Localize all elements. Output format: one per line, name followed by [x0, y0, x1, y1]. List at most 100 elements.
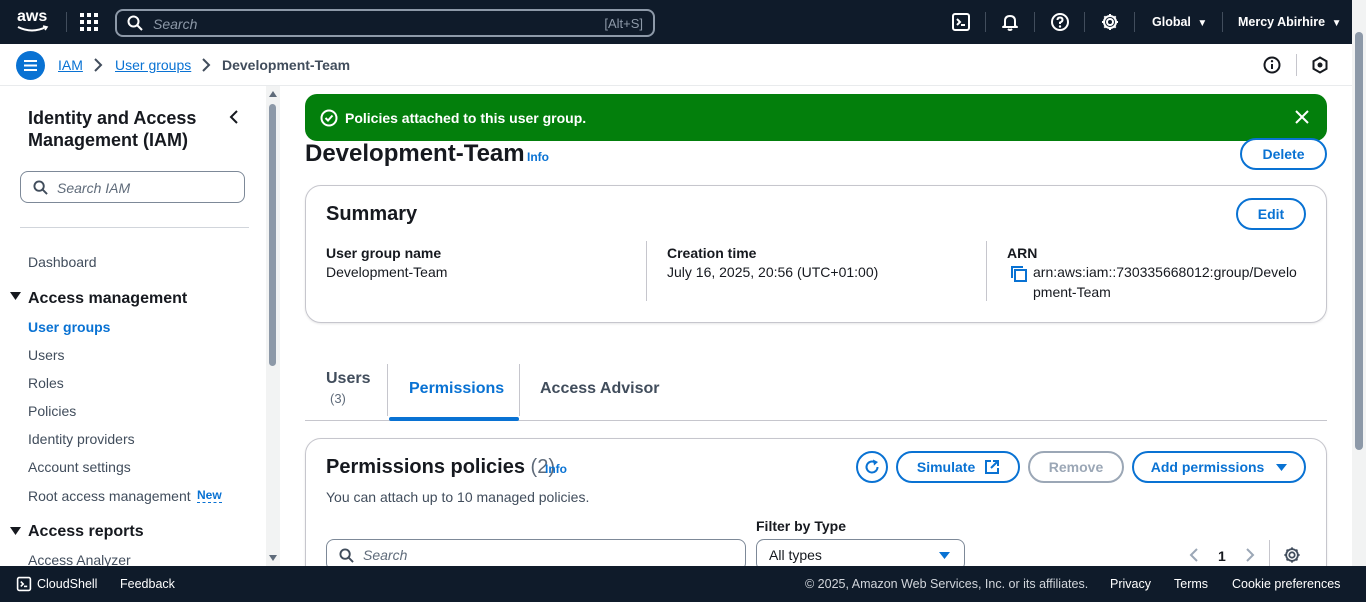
- sidebar-scrollbar[interactable]: [266, 86, 280, 566]
- cookie-preferences-link[interactable]: Cookie preferences: [1232, 577, 1340, 591]
- chevron-left-icon[interactable]: [1189, 548, 1199, 562]
- main-scrollbar[interactable]: [1352, 0, 1366, 566]
- menu-icon: [24, 60, 37, 71]
- sidebar-item-user-groups[interactable]: User groups: [28, 319, 110, 335]
- apps-grid-icon[interactable]: [80, 13, 98, 31]
- sidebar-title[interactable]: Identity and Access Management (IAM): [28, 107, 208, 151]
- user-menu[interactable]: Mercy Abirhire ▼: [1238, 15, 1341, 29]
- add-permissions-label: Add permissions: [1150, 459, 1265, 475]
- info-link[interactable]: Info: [545, 462, 567, 476]
- edit-button[interactable]: Edit: [1236, 198, 1306, 230]
- summary-title: Summary: [326, 203, 418, 225]
- chevron-right-icon[interactable]: [1245, 548, 1255, 562]
- sidebar-search-input[interactable]: Search IAM: [20, 171, 245, 203]
- tools-icon[interactable]: [1311, 56, 1329, 74]
- top-navigation: aws Search [Alt+S] Global ▼ Mercy Abirhi…: [0, 0, 1366, 44]
- creation-time-label: Creation time: [667, 245, 757, 261]
- help-icon[interactable]: [1050, 12, 1070, 32]
- scrollbar-thumb[interactable]: [1355, 32, 1363, 450]
- cloudshell-link[interactable]: CloudShell: [37, 577, 97, 591]
- copy-icon[interactable]: [1010, 265, 1028, 283]
- divider: [985, 12, 986, 32]
- cloudshell-icon[interactable]: [16, 576, 32, 592]
- page-title: Development-Team: [305, 140, 525, 167]
- delete-button[interactable]: Delete: [1240, 138, 1327, 170]
- add-permissions-button[interactable]: Add permissions: [1132, 451, 1306, 483]
- chevron-left-icon[interactable]: [228, 109, 240, 125]
- success-flashbar: Policies attached to this user group.: [305, 94, 1327, 141]
- search-icon: [127, 15, 143, 31]
- permissions-title: Permissions policies (2): [326, 456, 555, 479]
- sidebar: Identity and Access Management (IAM) Sea…: [0, 86, 266, 568]
- chevron-right-icon: [201, 58, 211, 72]
- sidebar-item-roles[interactable]: Roles: [28, 375, 64, 391]
- scroll-down-icon[interactable]: [268, 554, 278, 562]
- search-icon: [33, 180, 48, 195]
- divider: [1269, 540, 1270, 568]
- divider: [1222, 12, 1223, 32]
- summary-card: [305, 185, 1327, 323]
- caret-down-icon[interactable]: [10, 291, 21, 301]
- sidebar-item-users[interactable]: Users: [28, 347, 65, 363]
- sidebar-item-dashboard[interactable]: Dashboard: [28, 254, 97, 270]
- feedback-link[interactable]: Feedback: [120, 577, 175, 591]
- close-icon[interactable]: [1295, 110, 1309, 124]
- divider: [387, 364, 388, 416]
- tab-access-advisor[interactable]: Access Advisor: [540, 380, 659, 398]
- region-label: Global: [1152, 15, 1191, 29]
- terms-link[interactable]: Terms: [1174, 577, 1208, 591]
- divider: [519, 364, 520, 416]
- permissions-subtitle: You can attach up to 10 managed policies…: [326, 489, 590, 505]
- arn-value-line1: arn:aws:iam::730335668012:group/Develo: [1033, 264, 1297, 280]
- sidebar-item-policies[interactable]: Policies: [28, 403, 76, 419]
- breadcrumb-current: Development-Team: [222, 57, 351, 73]
- breadcrumb-user-groups[interactable]: User groups: [115, 57, 191, 73]
- search-shortcut: [Alt+S]: [604, 16, 643, 31]
- tab-users[interactable]: Users: [326, 370, 370, 388]
- tab-permissions[interactable]: Permissions: [409, 380, 504, 398]
- breadcrumb-bar: IAM User groups Development-Team: [0, 44, 1366, 86]
- permissions-title-text: Permissions policies: [326, 456, 525, 478]
- sidebar-item-identity-providers[interactable]: Identity providers: [28, 431, 135, 447]
- info-link[interactable]: Info: [527, 150, 549, 164]
- region-selector[interactable]: Global ▼: [1152, 15, 1207, 29]
- privacy-link[interactable]: Privacy: [1110, 577, 1151, 591]
- filter-by-type-label: Filter by Type: [756, 518, 846, 534]
- navigation-toggle-button[interactable]: [16, 51, 45, 80]
- cloudshell-icon[interactable]: [951, 12, 971, 32]
- check-circle-icon: [320, 109, 338, 127]
- divider: [66, 12, 67, 32]
- caret-down-icon[interactable]: [10, 526, 21, 536]
- divider: [20, 227, 249, 228]
- aws-logo-text: aws: [17, 8, 48, 25]
- bell-icon[interactable]: [1000, 12, 1020, 32]
- remove-button[interactable]: Remove: [1028, 451, 1124, 483]
- page-number[interactable]: 1: [1218, 548, 1226, 564]
- creation-time-value: July 16, 2025, 20:56 (UTC+01:00): [667, 264, 879, 280]
- gear-icon[interactable]: [1283, 546, 1301, 564]
- sidebar-section-access-management[interactable]: Access management: [28, 290, 187, 308]
- active-tab-indicator: [389, 417, 519, 421]
- scrollbar-thumb[interactable]: [269, 104, 276, 366]
- search-placeholder: Search: [153, 16, 198, 32]
- sidebar-item-account-settings[interactable]: Account settings: [28, 459, 131, 475]
- search-icon: [339, 548, 354, 563]
- simulate-button[interactable]: Simulate: [896, 451, 1020, 483]
- simulate-label: Simulate: [916, 459, 976, 475]
- gear-icon[interactable]: [1100, 12, 1120, 32]
- divider: [1134, 12, 1135, 32]
- arn-value-line2: pment-Team: [1033, 284, 1111, 300]
- caret-down-icon: [1276, 463, 1288, 472]
- sidebar-section-access-reports[interactable]: Access reports: [28, 523, 144, 541]
- group-name-label: User group name: [326, 245, 442, 261]
- refresh-button[interactable]: [856, 451, 888, 483]
- info-circle-icon[interactable]: [1263, 56, 1281, 74]
- chevron-right-icon: [93, 58, 103, 72]
- refresh-icon: [864, 459, 880, 475]
- global-search-input[interactable]: Search [Alt+S]: [115, 9, 655, 37]
- caret-down-icon: ▼: [1197, 18, 1208, 29]
- sidebar-item-root-access-management[interactable]: Root access management: [28, 488, 191, 504]
- breadcrumb-iam[interactable]: IAM: [58, 57, 83, 73]
- aws-logo[interactable]: aws: [16, 8, 50, 34]
- scroll-up-icon[interactable]: [268, 90, 278, 98]
